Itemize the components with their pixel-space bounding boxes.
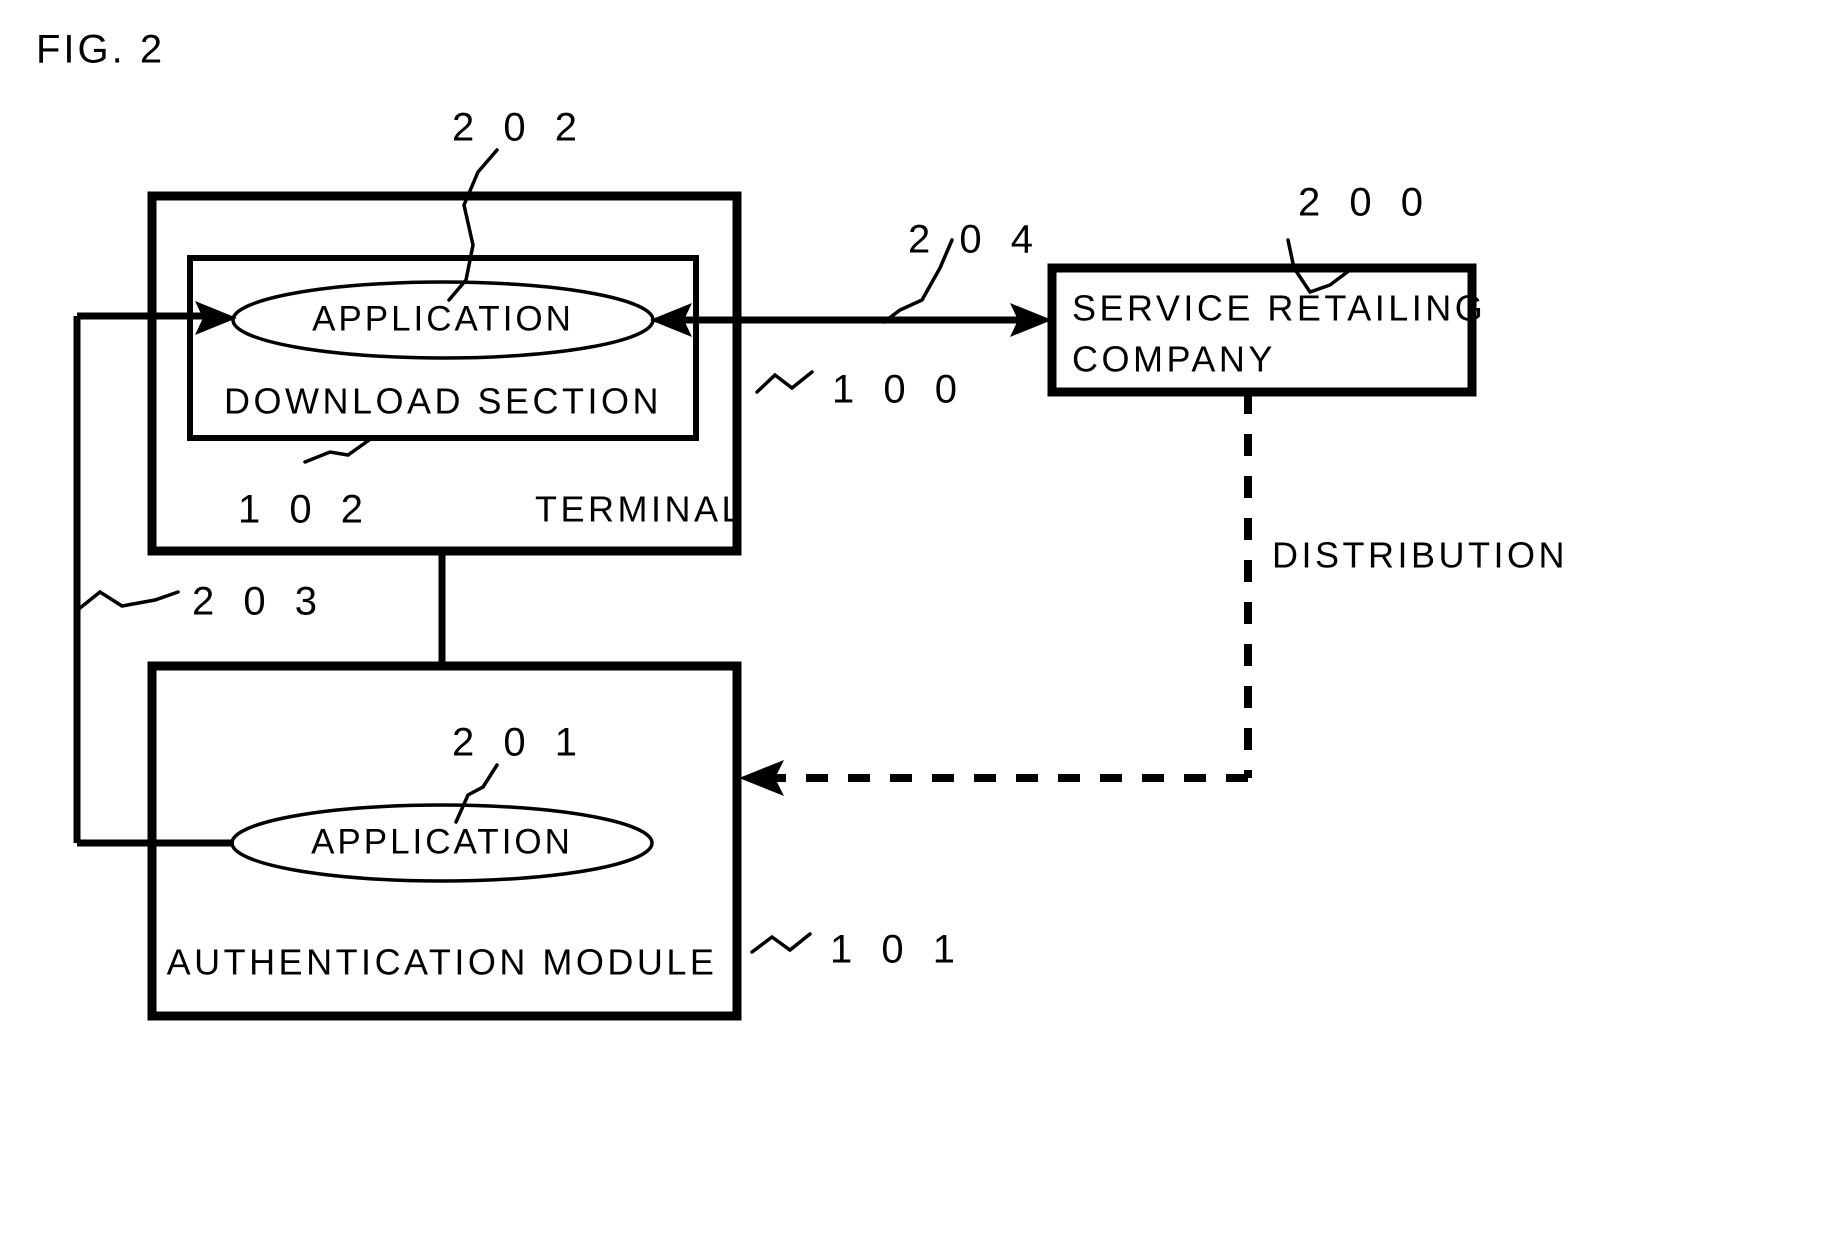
leader-203 [78,589,180,610]
ref-number-102: 1 0 2 [238,488,372,532]
distribution-label: DISTRIBUTION [1272,535,1568,576]
authentication-module-label: AUTHENTICATION MODULE [167,942,718,983]
download-section-label: DOWNLOAD SECTION [224,381,662,422]
ref-number-100: 1 0 0 [832,368,966,412]
ref-number-203: 2 0 3 [192,580,326,624]
diagram-canvas: FIG. 2 APPLICATION DOWNLOAD SECTION 1 0 … [36,28,1568,1021]
leader-100 [755,370,814,394]
service-company-label-line2: COMPANY [1072,339,1276,380]
leader-101 [750,932,812,954]
ref-number-204: 2 0 4 [908,218,1042,262]
figure-title: FIG. 2 [36,28,165,72]
ref-number-202: 2 0 2 [452,106,586,150]
ref-number-201: 2 0 1 [452,721,586,765]
service-company-label-line1: SERVICE RETAILING [1072,288,1486,329]
patent-figure: FIG. 2 APPLICATION DOWNLOAD SECTION 1 0 … [0,0,1834,1249]
application-ellipse-download-label: APPLICATION [312,299,574,338]
terminal-label: TERMINAL [535,489,745,530]
ref-number-101: 1 0 1 [830,928,964,972]
ref-number-200: 2 0 0 [1298,181,1432,225]
application-ellipse-auth-label: APPLICATION [311,822,573,861]
